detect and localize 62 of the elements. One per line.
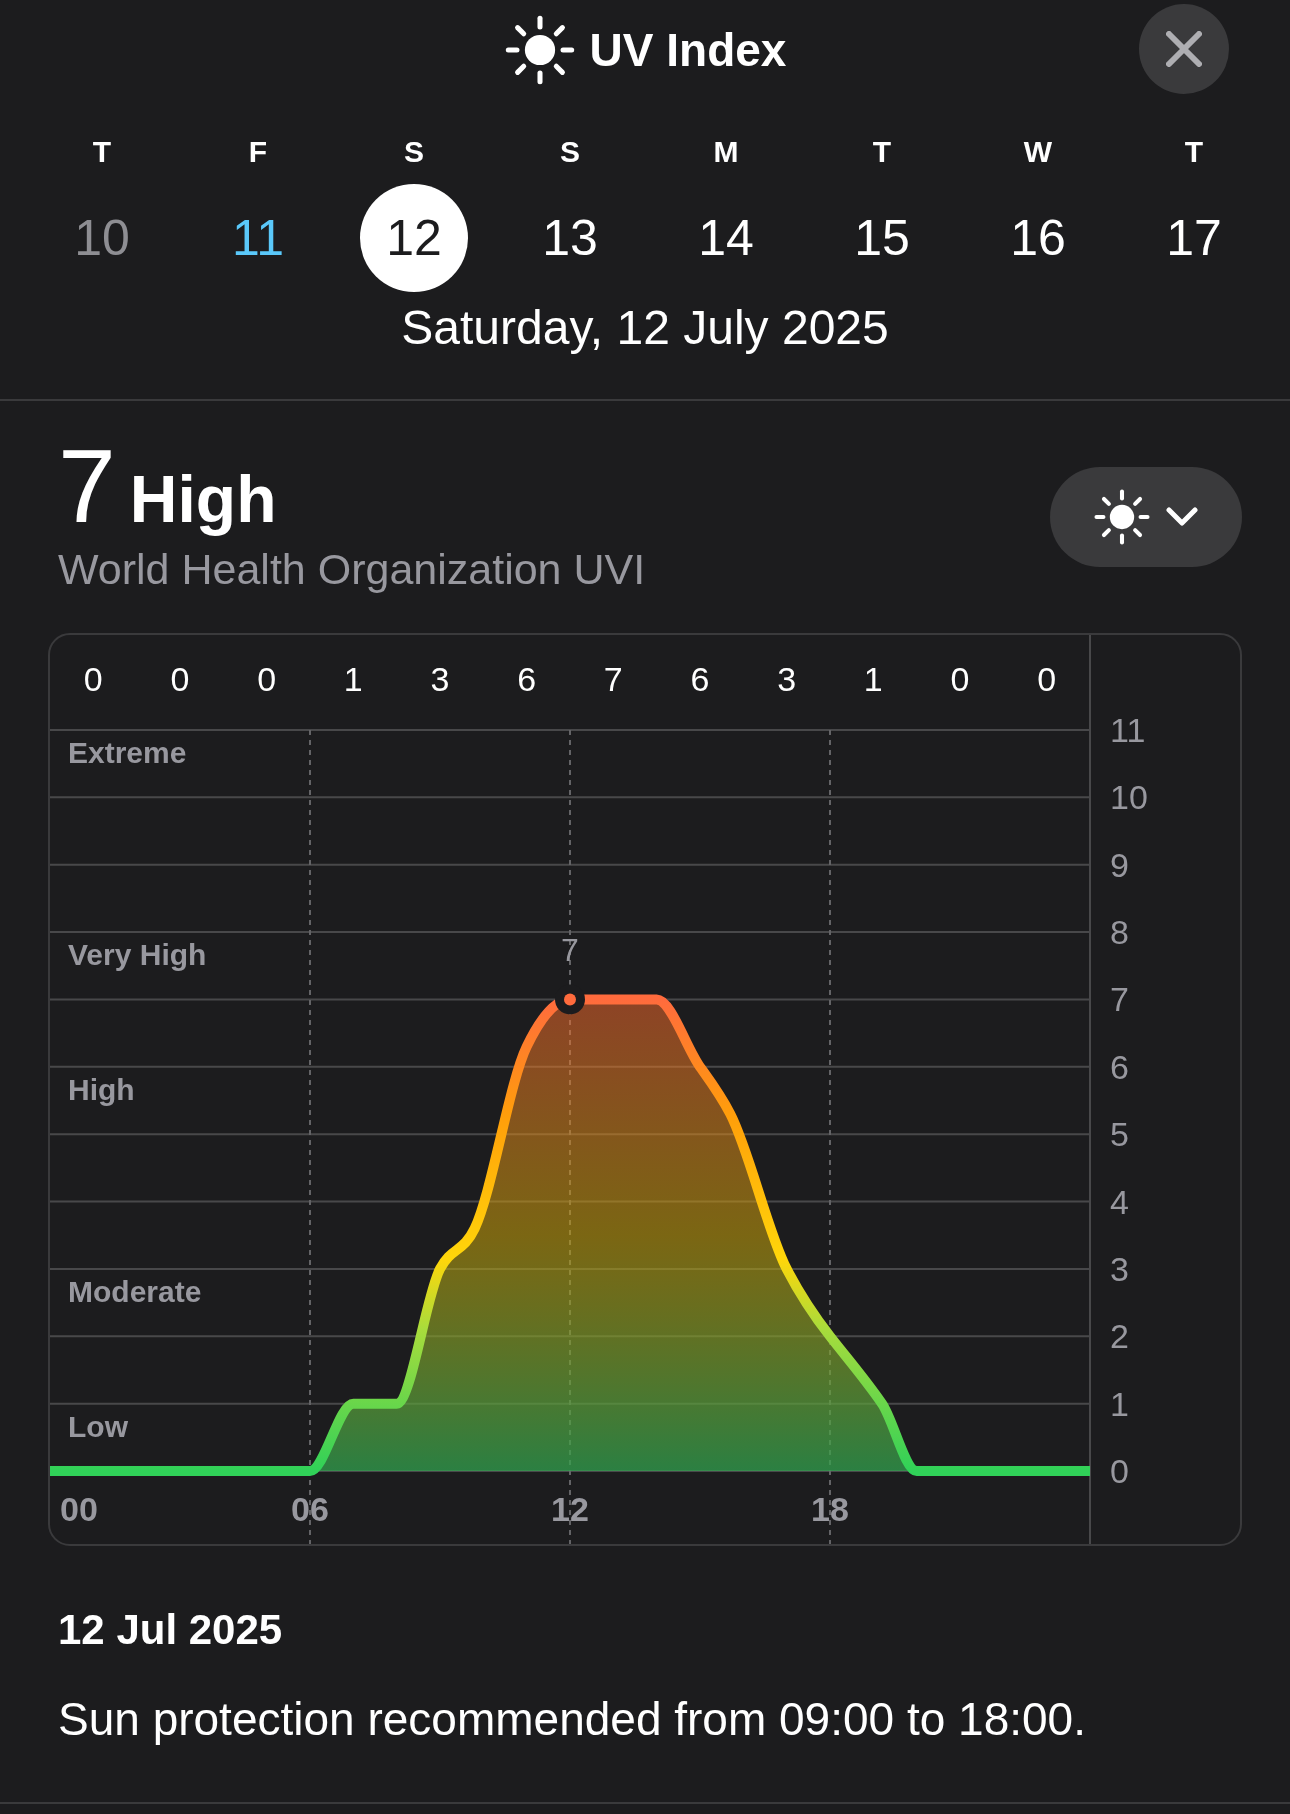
close-icon xyxy=(1166,31,1202,67)
day-button[interactable]: 10 xyxy=(48,184,156,292)
note-date: 12 Jul 2025 xyxy=(58,1605,284,1654)
source-label: World Health Organization UVI xyxy=(58,545,646,594)
hourly-value: 6 xyxy=(690,660,710,698)
day-button[interactable]: 15 xyxy=(828,184,936,292)
weekday-label: F xyxy=(248,134,268,170)
hourly-value: 0 xyxy=(1037,660,1057,698)
chevron-down-icon xyxy=(1165,506,1199,528)
x-axis-label: 12 xyxy=(551,1490,589,1528)
uv-category: High xyxy=(129,461,277,537)
y-axis-label: 1 xyxy=(1110,1384,1129,1423)
weekday-label: T xyxy=(1184,134,1204,170)
hourly-value: 6 xyxy=(517,660,537,698)
selected-date: Saturday, 12 July 2025 xyxy=(401,300,889,355)
point-label: 7 xyxy=(561,932,579,969)
y-axis-label: 9 xyxy=(1110,845,1129,884)
sun-icon xyxy=(1093,488,1151,546)
window-title: UV Index xyxy=(589,23,787,77)
y-axis-label: 3 xyxy=(1110,1249,1129,1288)
y-axis-label: 0 xyxy=(1110,1452,1129,1490)
x-axis-label: 18 xyxy=(811,1490,849,1528)
hourly-value: 3 xyxy=(777,660,797,698)
hourly-value: 3 xyxy=(430,660,450,698)
y-axis-label: 7 xyxy=(1110,980,1129,1019)
weekday-label: S xyxy=(404,134,424,170)
hourly-value: 1 xyxy=(343,660,363,698)
weekday-label: T xyxy=(872,134,892,170)
hourly-value: 0 xyxy=(83,660,103,698)
weekday-label: S xyxy=(560,134,580,170)
y-axis-label: 6 xyxy=(1110,1047,1129,1086)
category-label: Moderate xyxy=(68,1274,202,1308)
day-button[interactable]: 17 xyxy=(1140,184,1248,292)
category-label: Very High xyxy=(68,938,207,972)
x-axis-label: 06 xyxy=(291,1490,329,1528)
day-button[interactable]: 16 xyxy=(984,184,1092,292)
weekday-label: W xyxy=(1023,134,1053,170)
y-axis-label: 8 xyxy=(1110,913,1129,952)
y-axis-label: 11 xyxy=(1110,711,1146,749)
hourly-value: 1 xyxy=(863,660,883,698)
note-text: Sun protection recommended from 09:00 to 18:00. xyxy=(58,1692,1087,1746)
weekday-label: M xyxy=(713,134,739,170)
hourly-value: 0 xyxy=(950,660,970,698)
uv-value: 7 xyxy=(58,431,116,541)
day-button[interactable]: 11 xyxy=(204,184,312,292)
hourly-value: 7 xyxy=(603,660,623,698)
category-label: High xyxy=(68,1072,135,1106)
weekday-label: T xyxy=(92,134,112,170)
sun-icon xyxy=(503,14,576,86)
day-button[interactable]: 12 xyxy=(360,184,468,292)
day-button[interactable]: 14 xyxy=(672,184,780,292)
current-point-marker xyxy=(555,984,585,1015)
y-axis-label: 4 xyxy=(1110,1182,1129,1221)
y-axis-label: 10 xyxy=(1110,778,1148,817)
category-label: Low xyxy=(68,1409,128,1443)
x-axis-label: 00 xyxy=(60,1490,98,1528)
category-label: Extreme xyxy=(68,736,187,769)
hourly-value: 0 xyxy=(170,660,190,698)
day-button[interactable]: 13 xyxy=(516,184,624,292)
hourly-value: 0 xyxy=(257,660,277,698)
y-axis-label: 2 xyxy=(1110,1317,1129,1356)
y-axis-label: 5 xyxy=(1110,1115,1129,1154)
